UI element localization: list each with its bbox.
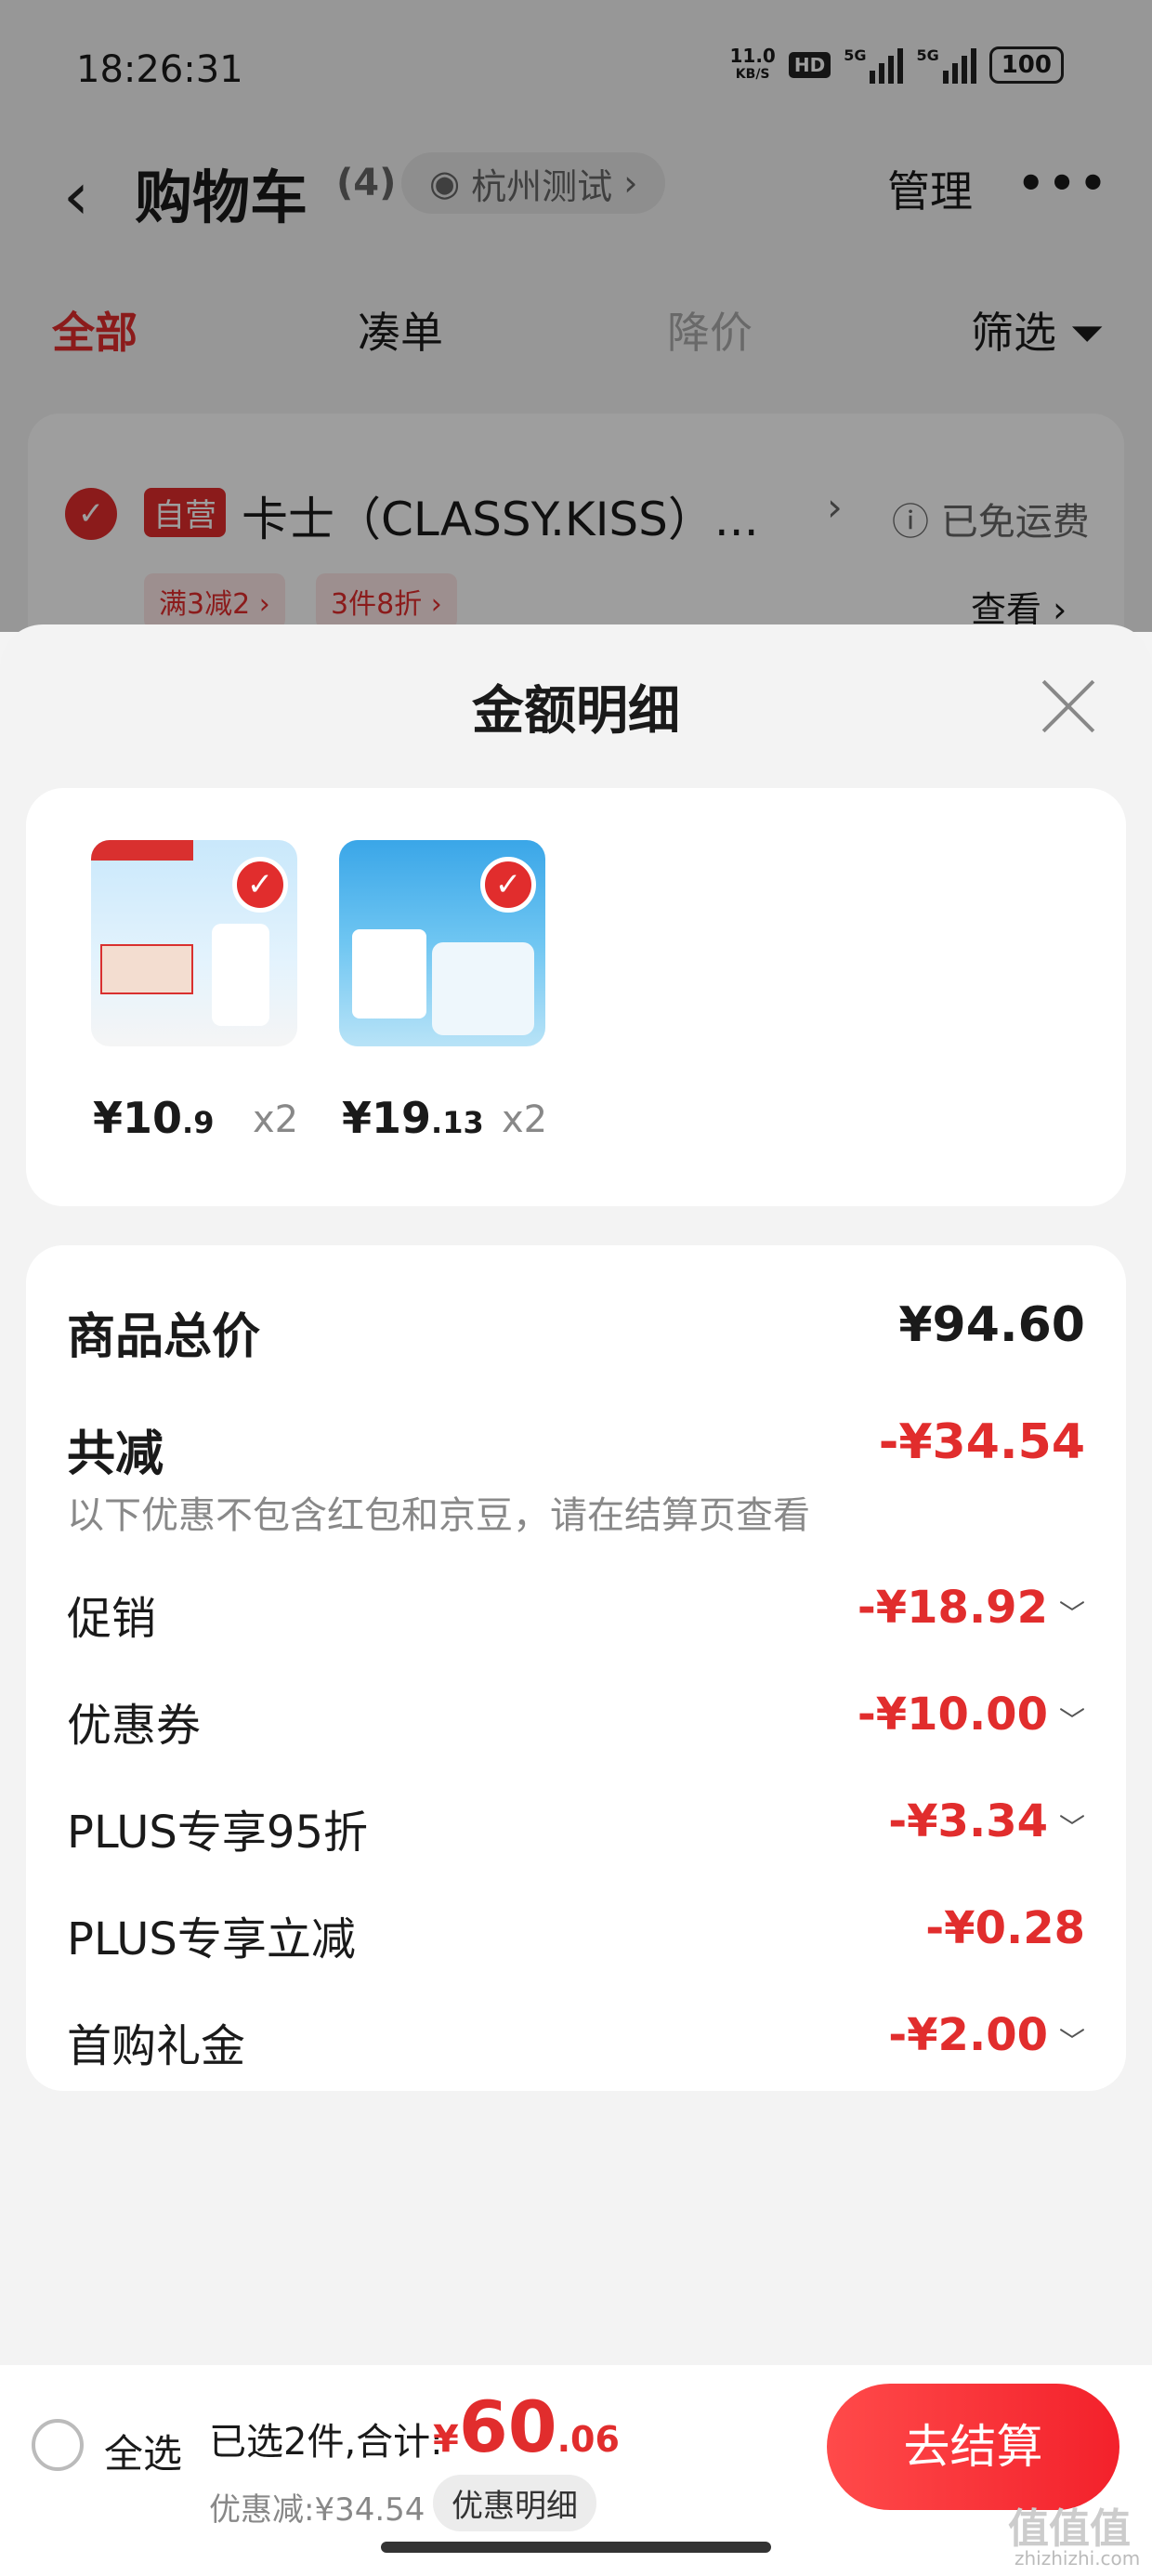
discount-value: -¥0.28 [925, 1902, 1085, 1954]
check-icon: ✓ [480, 857, 536, 913]
close-icon[interactable] [1041, 678, 1096, 734]
amount-detail-sheet: 金额明细 ✓ ✓ ¥10.9 x2 ¥19.13 x2 商品总价 ¥94.60 … [0, 624, 1152, 2576]
selected-count: 已选2件,合计: [209, 2421, 443, 2464]
discount-label: 优惠券 [67, 1700, 202, 1752]
discount-value: -¥10.00 [857, 1689, 1048, 1741]
discount-label: 首购礼金 [67, 2020, 246, 2072]
discount-note: 以下优惠不包含红包和京豆，请在结算页查看 [67, 1494, 810, 1537]
item-quantity: x2 [253, 1098, 299, 1141]
discount-summary: 优惠减:¥34.54 [209, 2491, 425, 2529]
watermark-logo: 值值值 [1008, 2505, 1131, 2553]
checkout-bar: 全选 已选2件,合计: ¥60.06 优惠减:¥34.54 优惠明细 去结算 值… [0, 2365, 1152, 2576]
product-image[interactable]: ✓ [91, 840, 297, 1046]
selected-items-card: ✓ ✓ ¥10.9 x2 ¥19.13 x2 [26, 788, 1126, 1206]
goods-total-value: ¥94.60 [898, 1297, 1085, 1353]
chevron-down-icon: ﹀ [1058, 1812, 1085, 1843]
item-price: ¥19.13 [342, 1093, 484, 1143]
total-reduce-label: 共减 [67, 1426, 164, 1482]
discount-label: 促销 [67, 1593, 157, 1645]
page: { "status_bar": {"time": "18:26:31", "ne… [0, 0, 1152, 2576]
discount-value: -¥2.00 [888, 2009, 1048, 2061]
dim-overlay[interactable] [0, 0, 1152, 632]
item-quantity: x2 [502, 1098, 548, 1141]
watermark-domain: zhizhizhi.com [1015, 2547, 1141, 2569]
total-price: ¥60.06 [433, 2385, 620, 2468]
discount-label: PLUS专享立减 [67, 1913, 356, 1965]
sheet-title: 金额明细 [472, 681, 680, 742]
product-image[interactable]: ✓ [339, 840, 545, 1046]
checkout-button[interactable]: 去结算 [827, 2384, 1119, 2510]
chevron-down-icon: ﹀ [1058, 2026, 1085, 2057]
discount-label: PLUS专享95折 [67, 1807, 368, 1859]
home-indicator[interactable] [381, 2542, 771, 2553]
select-all-label[interactable]: 全选 [104, 2423, 182, 2479]
item-price: ¥10.9 [93, 1093, 215, 1143]
discount-value: -¥3.34 [888, 1795, 1048, 1847]
select-all-radio[interactable] [32, 2419, 84, 2471]
chevron-down-icon: ﹀ [1058, 1598, 1085, 1629]
discount-detail-button[interactable]: 优惠明细 [433, 2475, 596, 2531]
goods-total-label: 商品总价 [67, 1309, 261, 1365]
total-reduce-value: -¥34.54 [878, 1414, 1085, 1470]
check-icon: ✓ [232, 857, 288, 913]
chevron-down-icon: ﹀ [1058, 1705, 1085, 1736]
price-summary-card: 商品总价 ¥94.60 共减 -¥34.54 以下优惠不包含红包和京豆，请在结算… [26, 1245, 1126, 2091]
discount-value: -¥18.92 [857, 1582, 1048, 1634]
